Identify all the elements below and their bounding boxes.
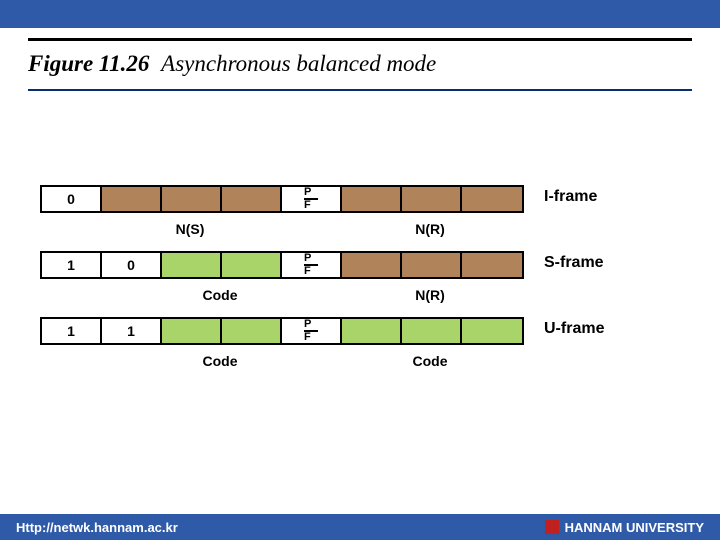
university-logo-icon	[545, 520, 559, 534]
uframe-name: U-frame	[544, 317, 604, 341]
iframe-ns-3	[222, 187, 282, 211]
iframe-ns-1	[102, 187, 162, 211]
uframe-code1-label: Code	[160, 353, 280, 369]
pf-p: P	[304, 188, 318, 197]
iframe-ns-2	[162, 187, 222, 211]
iframe-nr-1	[342, 187, 402, 211]
iframe-boxes: 0 P F	[40, 185, 524, 213]
iframe-under-labels: N(S) N(R)	[40, 221, 680, 237]
uframe-row: 1 1 P F U-frame	[40, 317, 680, 345]
sframe-code-1	[162, 253, 222, 277]
pf-f: F	[304, 267, 318, 276]
uframe-code2-2	[402, 319, 462, 343]
sframe-name: S-frame	[544, 251, 604, 275]
top-color-band	[0, 0, 720, 28]
iframe-pf: P F	[282, 187, 342, 211]
iframe-name: I-frame	[544, 185, 597, 209]
sframe-nr-1	[342, 253, 402, 277]
sframe-code-2	[222, 253, 282, 277]
uframe-bit0: 1	[42, 319, 102, 343]
footer-right: HANNAM UNIVERSITY	[545, 520, 704, 535]
title-rule-bottom	[28, 89, 692, 91]
pf-f: F	[304, 333, 318, 342]
footer-band: Http://netwk.hannam.ac.kr HANNAM UNIVERS…	[0, 514, 720, 540]
sframe-pf: P F	[282, 253, 342, 277]
sframe-under-labels: Code N(R)	[40, 287, 680, 303]
pf-p: P	[304, 320, 318, 329]
iframe-nr-2	[402, 187, 462, 211]
iframe-row: 0 P F I-frame	[40, 185, 680, 213]
figure-caption: Asynchronous balanced mode	[161, 51, 436, 76]
pf-f: F	[304, 201, 318, 210]
pf-stack: P F	[304, 254, 318, 276]
iframe-ns-label: N(S)	[100, 221, 280, 237]
sframe-nr-3	[462, 253, 522, 277]
iframe-nr-3	[462, 187, 522, 211]
sframe-boxes: 1 0 P F	[40, 251, 524, 279]
uframe-under-labels: Code Code	[40, 353, 680, 369]
pf-stack: P F	[304, 320, 318, 342]
sframe-row: 1 0 P F S-frame	[40, 251, 680, 279]
sframe-nr-2	[402, 253, 462, 277]
pf-p: P	[304, 254, 318, 263]
university-name: HANNAM UNIVERSITY	[565, 520, 704, 535]
title-rule-top	[28, 38, 692, 41]
iframe-bit0: 0	[42, 187, 102, 211]
footer-url: Http://netwk.hannam.ac.kr	[16, 520, 178, 535]
figure-number: Figure 11.26	[28, 51, 149, 76]
figure-title: Figure 11.26 Asynchronous balanced mode	[28, 51, 692, 77]
uframe-boxes: 1 1 P F	[40, 317, 524, 345]
uframe-bit1: 1	[102, 319, 162, 343]
uframe-code2-label: Code	[340, 353, 520, 369]
frame-diagram: 0 P F I-frame N(S) N(R) 1 0	[40, 185, 680, 369]
uframe-code2-3	[462, 319, 522, 343]
iframe-nr-label: N(R)	[340, 221, 520, 237]
uframe-pf: P F	[282, 319, 342, 343]
uframe-code1-1	[162, 319, 222, 343]
uframe-code2-1	[342, 319, 402, 343]
sframe-bit1: 0	[102, 253, 162, 277]
sframe-nr-label: N(R)	[340, 287, 520, 303]
title-area: Figure 11.26 Asynchronous balanced mode	[0, 38, 720, 101]
pf-stack: P F	[304, 188, 318, 210]
sframe-bit0: 1	[42, 253, 102, 277]
uframe-code1-2	[222, 319, 282, 343]
sframe-code-label: Code	[160, 287, 280, 303]
